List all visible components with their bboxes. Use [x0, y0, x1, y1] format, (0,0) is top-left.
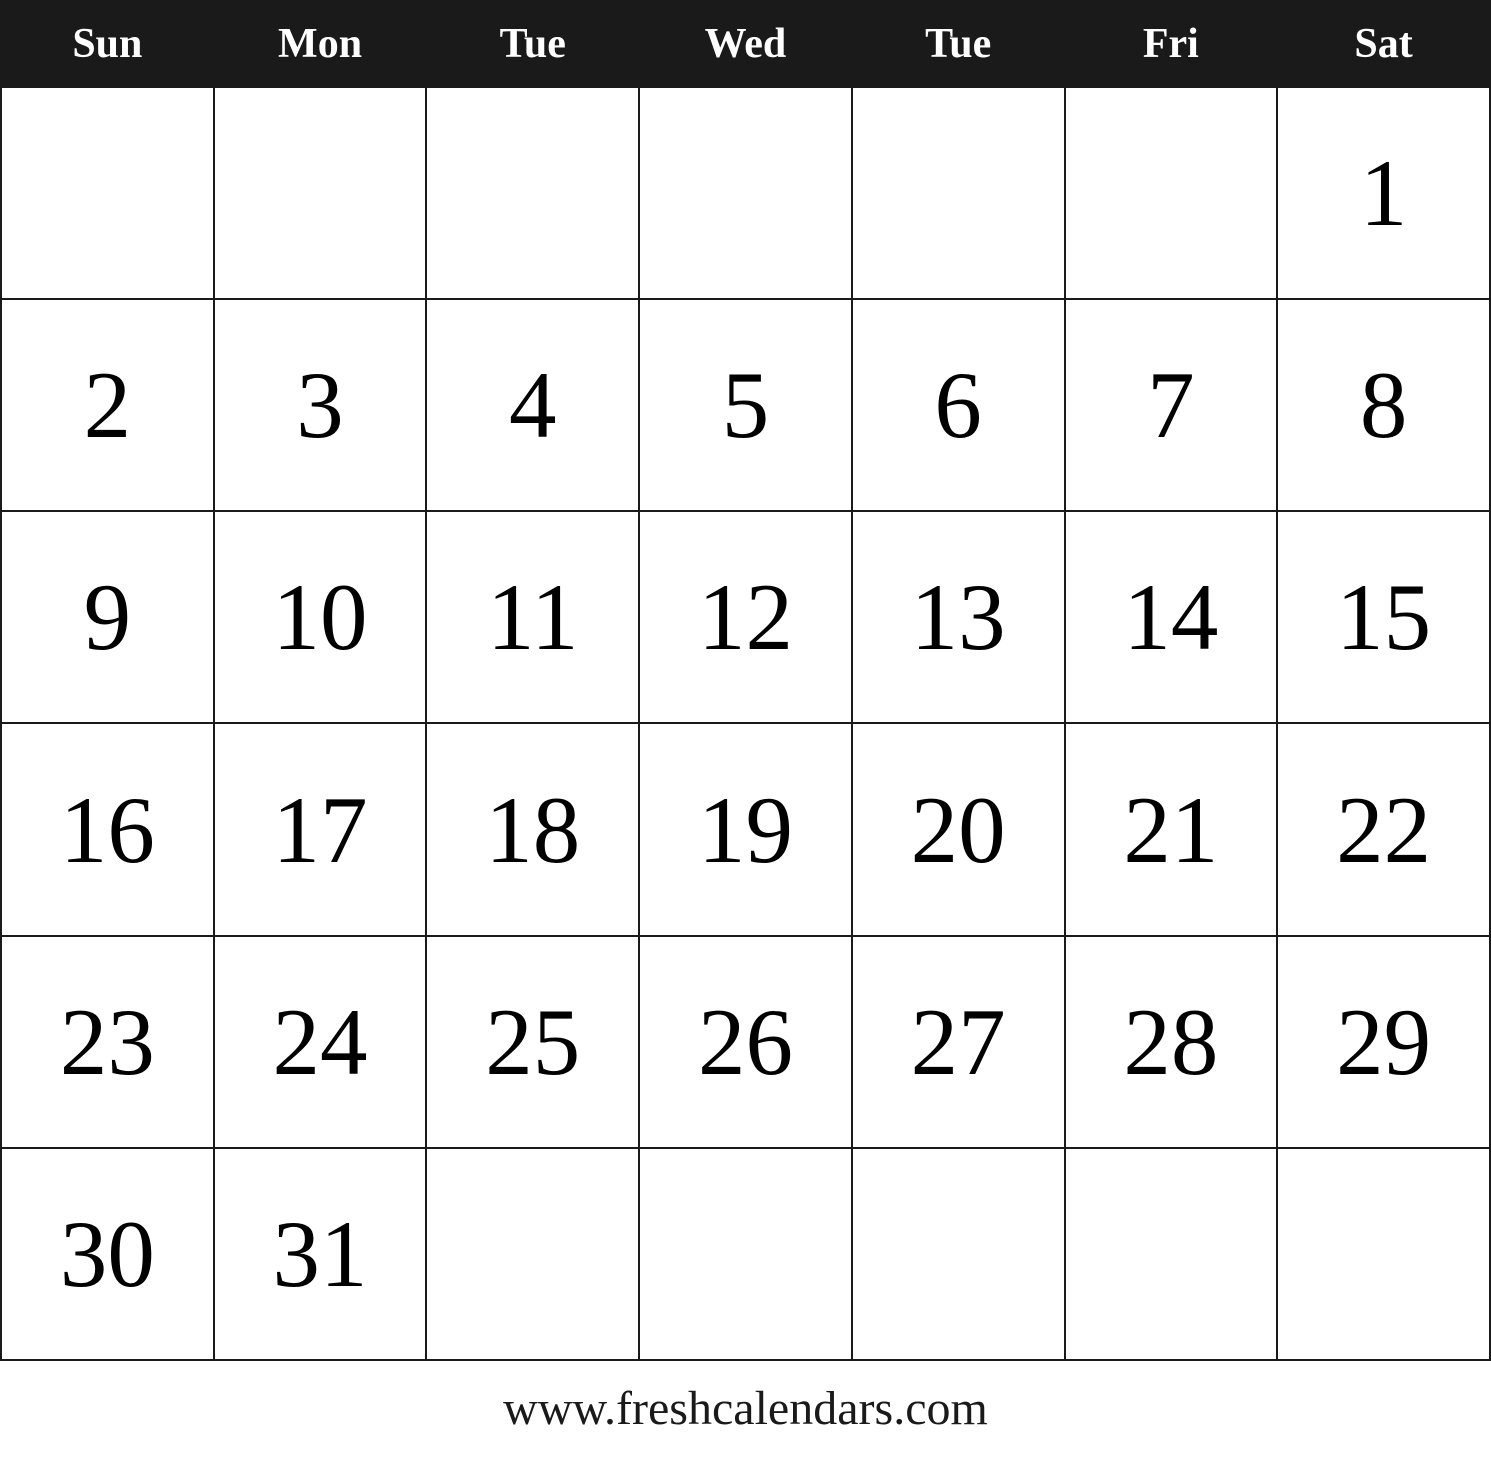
- calendar-cell: 8: [1277, 299, 1490, 511]
- calendar-cell: 27: [852, 936, 1065, 1148]
- calendar-row: 9101112131415: [1, 511, 1490, 723]
- calendar-cell: 19: [639, 723, 852, 935]
- calendar-cell: [214, 87, 427, 299]
- calendar-cell: 25: [426, 936, 639, 1148]
- calendar-cell: [1065, 1148, 1278, 1360]
- header-sun: Sun: [1, 1, 214, 87]
- header-tue2: Tue: [852, 1, 1065, 87]
- calendar-cell: 16: [1, 723, 214, 935]
- calendar-cell: [639, 87, 852, 299]
- header-mon: Mon: [214, 1, 427, 87]
- calendar-cell: [426, 1148, 639, 1360]
- header-tue1: Tue: [426, 1, 639, 87]
- calendar-cell: 24: [214, 936, 427, 1148]
- calendar-cell: [639, 1148, 852, 1360]
- calendar-cell: [1065, 87, 1278, 299]
- calendar-cell: 18: [426, 723, 639, 935]
- calendar-cell: 3: [214, 299, 427, 511]
- calendar-cell: 2: [1, 299, 214, 511]
- calendar-cell: [1277, 1148, 1490, 1360]
- calendar-cell: 10: [214, 511, 427, 723]
- calendar-cell: 21: [1065, 723, 1278, 935]
- header-sat: Sat: [1277, 1, 1490, 87]
- calendar-cell: 23: [1, 936, 214, 1148]
- calendar-cell: 6: [852, 299, 1065, 511]
- calendar-cell: 31: [214, 1148, 427, 1360]
- header-row: Sun Mon Tue Wed Tue Fri Sat: [1, 1, 1490, 87]
- calendar-cell: 14: [1065, 511, 1278, 723]
- calendar-cell: 7: [1065, 299, 1278, 511]
- calendar-cell: [1, 87, 214, 299]
- calendar-cell: 13: [852, 511, 1065, 723]
- calendar-cell: 20: [852, 723, 1065, 935]
- calendar-cell: 28: [1065, 936, 1278, 1148]
- header-fri: Fri: [1065, 1, 1278, 87]
- calendar-cell: 9: [1, 511, 214, 723]
- calendar-row: 1: [1, 87, 1490, 299]
- calendar-cell: 30: [1, 1148, 214, 1360]
- calendar-row: 23242526272829: [1, 936, 1490, 1148]
- calendar-table: Sun Mon Tue Wed Tue Fri Sat 123456789101…: [0, 0, 1491, 1361]
- calendar-cell: 11: [426, 511, 639, 723]
- calendar-cell: [852, 87, 1065, 299]
- calendar-row: 3031: [1, 1148, 1490, 1360]
- calendar-cell: 17: [214, 723, 427, 935]
- calendar-cell: 4: [426, 299, 639, 511]
- calendar-cell: 5: [639, 299, 852, 511]
- calendar-cell: 26: [639, 936, 852, 1148]
- calendar-cell: 29: [1277, 936, 1490, 1148]
- calendar-row: 16171819202122: [1, 723, 1490, 935]
- calendar-wrapper: Sun Mon Tue Wed Tue Fri Sat 123456789101…: [0, 0, 1491, 1466]
- calendar-row: 2345678: [1, 299, 1490, 511]
- footer-text: www.freshcalendars.com: [0, 1361, 1491, 1466]
- calendar-cell: 1: [1277, 87, 1490, 299]
- header-wed: Wed: [639, 1, 852, 87]
- calendar-cell: 22: [1277, 723, 1490, 935]
- calendar-cell: 12: [639, 511, 852, 723]
- calendar-cell: 15: [1277, 511, 1490, 723]
- calendar-cell: [426, 87, 639, 299]
- calendar-cell: [852, 1148, 1065, 1360]
